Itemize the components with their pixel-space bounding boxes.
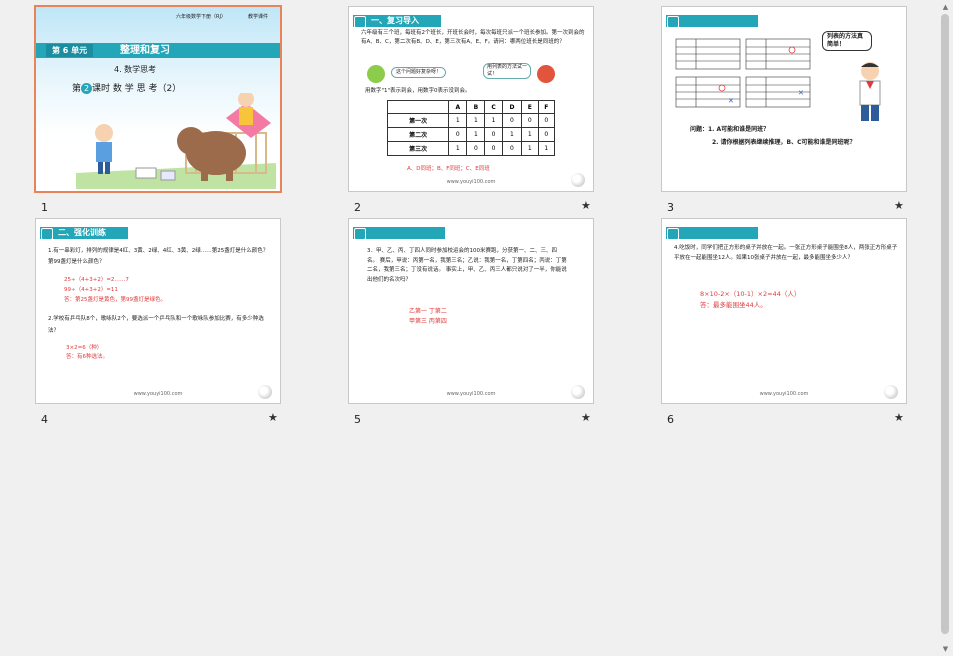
slide-transition-star-icon[interactable]: ★ [581,411,591,424]
footer-url: www.youyi100.com [446,391,496,397]
table-header [386,100,450,114]
slide-number-5: 5 [354,413,361,426]
slide-number-3: 3 [667,201,674,214]
notebook-spiral-icon [41,228,53,240]
question-2: 2. 请你根据列表继续推理，B、C可能和谁是同班呢？ [712,139,856,146]
answer-line: 8×10-2×（10-1）×2=44（人） [700,290,801,298]
slide-sorter-grid: 六年级数学下册（RJ） 教学课件 第 6 单元 整理和复习 4. 数学思考 第2… [0,0,938,656]
table-header: D [501,100,523,114]
answer-line: 甲第三 丙第四 [409,318,447,325]
section-header [666,227,758,240]
unit-badge: 第 6 单元 [46,44,94,57]
answer-line: 答：第25盏灯是黄色，第99盏灯是绿色。 [64,297,166,303]
svg-text:✕: ✕ [728,97,734,105]
slide-thumbnail-4[interactable]: 二、强化训练 1.有一串彩灯，排列的规律是4红、3黄、2绿、4红、3黄、2绿……… [35,218,281,404]
swirl-logo-icon [571,385,585,399]
table-row: 第二次 0 1 0 1 1 0 [386,127,556,142]
lesson-subtitle: 4. 数学思考 [114,65,157,74]
slide-number-4: 4 [41,413,48,426]
slide-thumbnail-6[interactable]: 4.吃饭时，同学们把正方形的桌子并放在一起。一张正方形桌子能围坐8人，两张正方形… [661,218,907,404]
slide-transition-star-icon[interactable]: ★ [581,199,591,212]
speech-bubble: 用列表的方法试一试！ [483,63,531,79]
slide-transition-star-icon[interactable]: ★ [894,411,904,424]
speech-bubble: 列表的方法真简单！ [822,31,872,51]
swirl-logo-icon [884,385,898,399]
answer-line: 乙第一 丁第二 [409,308,447,315]
swirl-logo-icon [571,173,585,187]
encoding-note: 用数字"1"表示到会，用数字0表示没到会。 [365,88,471,94]
kids-elephant-illustration [76,93,276,189]
problem-2-text: 2.学校有乒乓队8个，歌咏队2个，要选派一个乒乓队和一个歌咏队参加比赛，有多少种… [48,316,264,334]
table-header: E [521,100,539,114]
footer-url: www.youyi100.com [446,179,496,185]
cartoon-apple-icon [537,65,555,83]
table-header: B [466,100,486,114]
section-header [666,15,758,28]
slide-number-1: 1 [41,201,48,214]
notebook-spiral-icon [667,16,679,28]
scrollbar-thumb[interactable] [941,14,949,634]
speech-bubble: 这个问题好复杂呀！ [391,67,447,78]
vertical-scrollbar[interactable]: ▲ ▼ [938,0,953,656]
section-header: 一、复习导入 [353,15,441,28]
grade-label: 六年级数学下册（RJ） [176,14,226,20]
notebook-spiral-icon [354,228,366,240]
swirl-logo-icon [258,385,272,399]
unit-title: 整理和复习 [120,45,170,56]
table-row: 第一次 1 1 1 0 0 0 [386,113,556,128]
slide-thumbnail-2[interactable]: 一、复习导入 六年级有三个班，每班有2个班长，开班长会时，每次每班只派一个班长参… [348,6,594,192]
notebook-spiral-icon [667,228,679,240]
section-header: 二、强化训练 [40,227,128,240]
table-row: 第三次 1 0 0 0 1 1 [386,141,556,156]
problem-text: 六年级有三个班，每班有2个班长，开班长会时，每次每班只派一个班长参加。第一次到会… [361,30,585,45]
reasoning-tables-figure: ✕ ✕ [675,38,811,108]
answer-line: 99÷（4+3+2）=11 [64,287,118,293]
table-header: A [448,100,468,114]
problem-1-text: 1.有一串彩灯，排列的规律是4红、3黄、2绿、4红、3黄、2绿……第25盏灯是什… [48,248,269,265]
answer-line: 3×2=6（种） [66,345,103,351]
problem-text: 4.吃饭时，同学们把正方形的桌子并放在一起。一张正方形桌子能围坐8人，两张正方形… [674,245,898,261]
boy-character-illustration [859,62,881,121]
slide-thumbnail-3[interactable]: ✕ ✕ 列表的方法真简单！ 问题：1. A可能和谁是同班？ 2. 请你根据列表继… [661,6,907,192]
slide-transition-star-icon[interactable]: ★ [268,411,278,424]
answer-text: A、D同班；B、F同班；C、E同班 [407,166,490,172]
question-1: 问题：1. A可能和谁是同班？ [690,126,770,133]
attendance-table: A B C D E F 第一次 1 1 1 0 0 0 第二次 0 1 0 1 1 0 第三次 1 0 0 0 1… [386,100,556,156]
svg-text:✕: ✕ [798,89,804,97]
table-header: F [537,100,556,114]
slide-thumbnail-5[interactable]: 3．甲、乙、丙、丁四人同时参加校运会的100米赛跑，分获第一、二、三、四名。 赛… [348,218,594,404]
footer-url: www.youyi100.com [759,391,809,397]
slide-thumbnail-1[interactable]: 六年级数学下册（RJ） 教学课件 第 6 单元 整理和复习 4. 数学思考 第2… [34,5,282,193]
slide-number-6: 6 [667,413,674,426]
scroll-down-arrow-icon[interactable]: ▼ [938,642,953,656]
answer-line: 25÷（4+3+2）=2……7 [64,277,129,283]
footer-url: www.youyi100.com [133,391,183,397]
table-header: C [484,100,503,114]
courseware-label: 教学课件 [248,14,269,20]
cartoon-avatar-icon [367,65,385,83]
slide-number-2: 2 [354,201,361,214]
slide-transition-star-icon[interactable]: ★ [894,199,904,212]
scroll-up-arrow-icon[interactable]: ▲ [938,0,953,14]
answer-line: 答：有6种选法。 [66,354,108,360]
notebook-spiral-icon [354,16,366,28]
answer-line: 答：最多能围坐44人。 [700,301,767,309]
section-header [353,227,445,240]
problem-text: 3．甲、乙、丙、丁四人同时参加校运会的100米赛跑，分获第一、二、三、四名。 赛… [367,248,567,283]
